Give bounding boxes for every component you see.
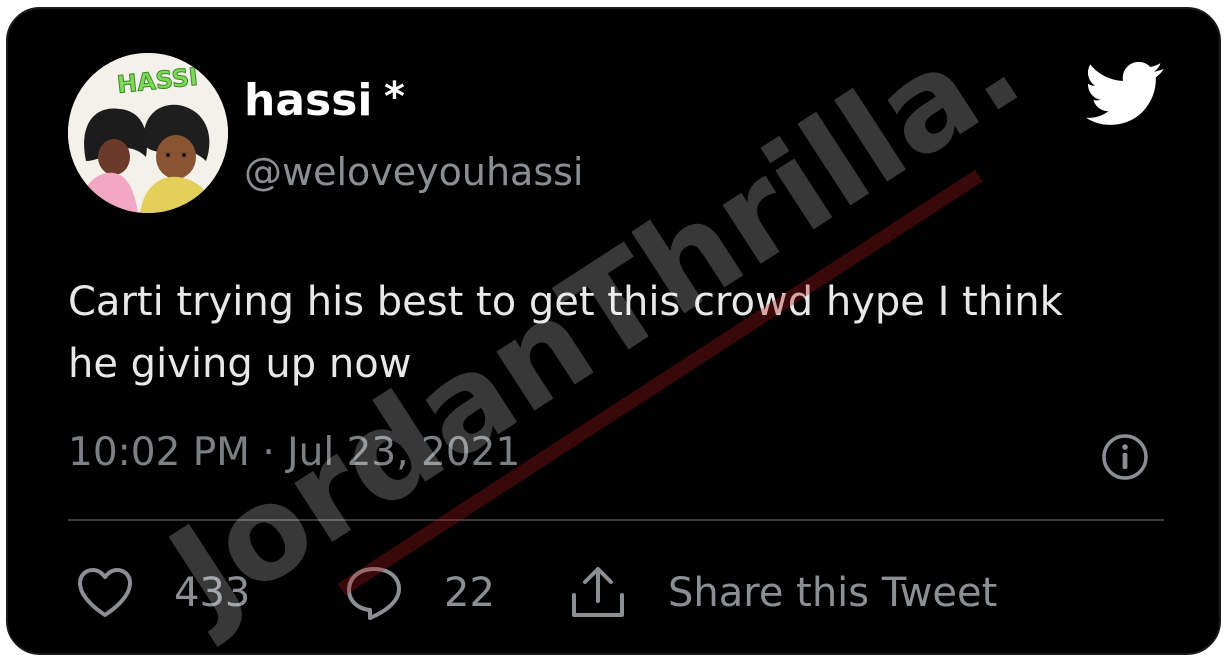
avatar-illustration: HASSI — [68, 53, 228, 213]
reply-count: 22 — [444, 570, 495, 616]
heart-icon — [78, 568, 132, 617]
twitter-bird-icon[interactable] — [1086, 61, 1164, 127]
name-mark: * — [384, 74, 405, 120]
like-count: 433 — [174, 570, 251, 616]
like-button[interactable]: 433 — [76, 565, 250, 621]
tweet-text-line: he giving up now — [68, 341, 412, 387]
display-name[interactable]: hassi — [244, 79, 372, 123]
tweet-timestamp[interactable]: 10:02 PM · Jul 23, 2021 — [68, 433, 520, 472]
user-handle[interactable]: @weloveyouhassi — [244, 153, 583, 191]
avatar[interactable]: HASSI — [68, 53, 228, 213]
tweet-card: HASSI hassi * @weloveyouhassi Carti tryi… — [6, 7, 1221, 655]
divider — [68, 519, 1164, 521]
info-icon[interactable] — [1101, 433, 1149, 481]
tweet-text: Carti trying his best to get this crowd … — [68, 271, 1178, 395]
share-button[interactable]: Share this Tweet — [568, 565, 997, 621]
tweet-text-line: Carti trying his best to get this crowd … — [68, 279, 1063, 325]
share-label: Share this Tweet — [668, 570, 998, 616]
speech-bubble-icon — [347, 567, 401, 620]
share-upload-icon — [572, 567, 624, 617]
reply-button[interactable]: 22 — [344, 565, 495, 621]
